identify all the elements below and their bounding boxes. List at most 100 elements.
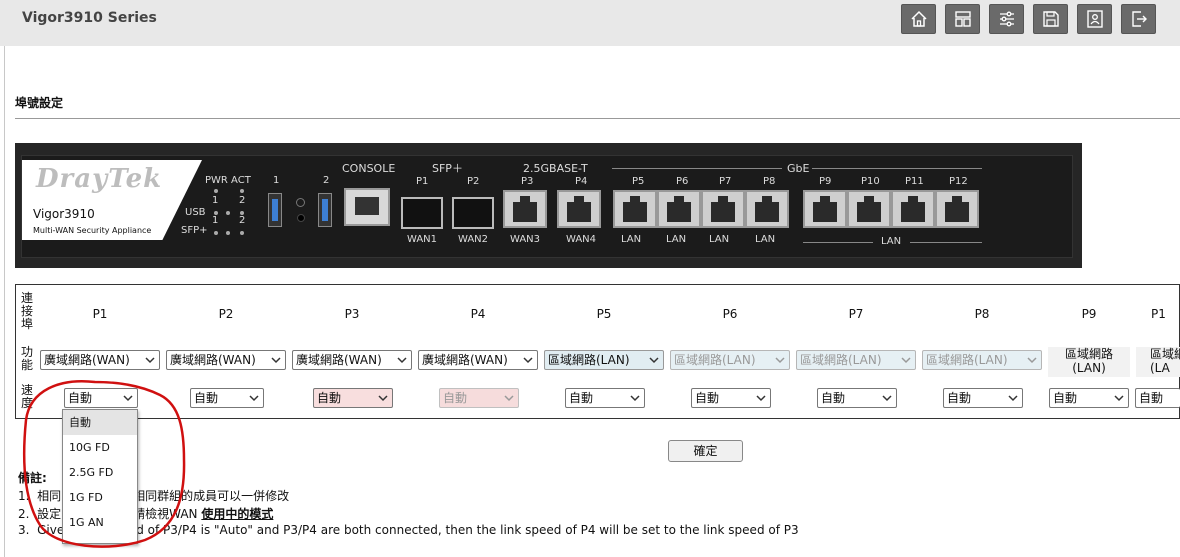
device-port-label: P6 <box>676 176 689 187</box>
speed-select-p2[interactable]: 自動 <box>190 388 264 408</box>
chevron-down-icon <box>145 357 155 364</box>
function-select-p8[interactable]: 區域網路(LAN) <box>922 350 1042 370</box>
port-role-label: WAN3 <box>510 234 541 245</box>
pwr-led <box>214 189 218 193</box>
function-select-p3[interactable]: 廣域網路(WAN) <box>292 350 412 370</box>
speed-select-p9[interactable]: 自動 <box>1049 388 1129 408</box>
port-role-label: WAN1 <box>407 234 438 245</box>
port-header: P6 <box>722 307 738 321</box>
chevron-down-icon <box>1027 357 1037 364</box>
function-static-p9: 區域網路 (LAN) <box>1048 347 1130 377</box>
port-header: P1 <box>92 307 108 321</box>
function-select-p4[interactable]: 廣域網路(WAN) <box>418 350 538 370</box>
port-header: P9 <box>1081 307 1097 321</box>
dropdown-option[interactable]: 10G FD <box>63 435 137 460</box>
pwr-act-label: PWR ACT <box>205 175 251 186</box>
row-header-port: 連接埠 <box>20 291 33 331</box>
chevron-down-icon <box>523 357 533 364</box>
port-role-label: LAN <box>755 234 776 245</box>
port-role-label: LAN <box>621 234 642 245</box>
rj45-port-p4 <box>557 190 601 228</box>
port-header: P1 <box>1151 307 1166 321</box>
sfp-led-1 <box>214 231 218 235</box>
function-select-p2[interactable]: 廣域網路(WAN) <box>166 350 286 370</box>
contact-icon <box>1086 10 1103 28</box>
port-header: P2 <box>218 307 234 321</box>
logout-icon <box>1131 11 1147 27</box>
chevron-down-icon <box>756 395 766 402</box>
led-2b-label: 2 <box>239 215 246 226</box>
settings-icon <box>999 11 1014 27</box>
speed-select-p5[interactable]: 自動 <box>565 388 645 408</box>
device-port-label: P2 <box>467 176 480 187</box>
left-divider <box>4 46 5 557</box>
confirm-button[interactable]: 確定 <box>668 440 743 462</box>
console-label: CONSOLE <box>342 162 396 175</box>
sfp-led-mid <box>226 231 230 235</box>
rj45-port-p11 <box>891 190 935 228</box>
speed-select-p4[interactable]: 自動 <box>439 388 519 408</box>
chevron-down-icon <box>378 395 388 402</box>
usb-label: USB <box>185 207 206 218</box>
dashboard-button[interactable] <box>945 4 980 34</box>
save-button[interactable] <box>1033 4 1068 34</box>
contact-button[interactable] <box>1077 4 1112 34</box>
function-select-p1[interactable]: 廣域網路(WAN) <box>40 350 160 370</box>
port-header: P7 <box>848 307 864 321</box>
console-port <box>344 188 390 226</box>
speed-select-p8[interactable]: 自動 <box>943 388 1023 408</box>
usb-port-1-label: 1 <box>273 175 280 186</box>
port-header: P8 <box>974 307 990 321</box>
gbe-group-label: GbE <box>787 162 810 175</box>
dashboard-icon <box>954 11 971 27</box>
led-1b-label: 1 <box>212 215 219 226</box>
device-port-label: P11 <box>905 176 924 187</box>
speed-select-p6[interactable]: 自動 <box>691 388 771 408</box>
function-select-p5[interactable]: 區域網路(LAN) <box>544 350 664 370</box>
red-annotation-circle <box>22 380 186 548</box>
sfp-port-p1 <box>401 197 443 229</box>
speed-select-p10[interactable]: 自動 <box>1135 388 1180 408</box>
led-1-label: 1 <box>212 195 219 206</box>
chevron-down-icon <box>504 395 514 402</box>
rj45-port-p8 <box>745 190 789 228</box>
device-port-label: P10 <box>861 176 880 187</box>
note-1: 1. 相同 相同群組的成員可以一併修改 <box>18 489 290 503</box>
note-2: 2. 設定 請檢視WAN 使用中的模式 <box>18 507 274 521</box>
dropdown-option[interactable]: 2.5G FD <box>63 460 137 485</box>
function-select-p7[interactable]: 區域網路(LAN) <box>796 350 916 370</box>
row-header-function: 功能 <box>20 345 33 372</box>
speed-select-p1[interactable]: 自動 <box>64 388 138 408</box>
port-role-label: WAN2 <box>458 234 489 245</box>
chevron-down-icon <box>123 395 133 402</box>
dropdown-option[interactable]: 1G AN <box>63 510 137 535</box>
settings-button[interactable] <box>989 4 1024 34</box>
gbe-line-left <box>612 168 782 169</box>
device-port-label: P1 <box>416 176 429 187</box>
reset-hole <box>296 198 305 207</box>
dropdown-option[interactable]: 1G FD <box>63 485 137 510</box>
usb-port-2 <box>318 193 332 227</box>
logout-button[interactable] <box>1121 4 1156 34</box>
usb-led-1 <box>214 211 218 215</box>
rj45-port-p3 <box>503 190 547 228</box>
chevron-down-icon <box>901 357 911 364</box>
lan-line-left <box>803 242 873 243</box>
port-role-label: WAN4 <box>566 234 597 245</box>
chevron-down-icon <box>249 395 259 402</box>
lan-line-right <box>910 242 982 243</box>
dropdown-option[interactable]: 自動 <box>63 410 137 435</box>
home-button[interactable] <box>901 4 936 34</box>
port-role-label: LAN <box>666 234 687 245</box>
rj45-port-p10 <box>847 190 891 228</box>
base-t-group-label: 2.5GBASE-T <box>523 162 588 175</box>
speed-select-p3[interactable]: 自動 <box>313 388 393 408</box>
chevron-down-icon <box>649 357 659 364</box>
notes-title: 備註: <box>18 471 47 485</box>
speed-select-p7[interactable]: 自動 <box>817 388 897 408</box>
chevron-down-icon <box>397 357 407 364</box>
gbe-line-right <box>812 168 982 169</box>
usb-port-2-label: 2 <box>323 175 330 186</box>
port-header: P4 <box>470 307 486 321</box>
function-select-p6[interactable]: 區域網路(LAN) <box>670 350 790 370</box>
